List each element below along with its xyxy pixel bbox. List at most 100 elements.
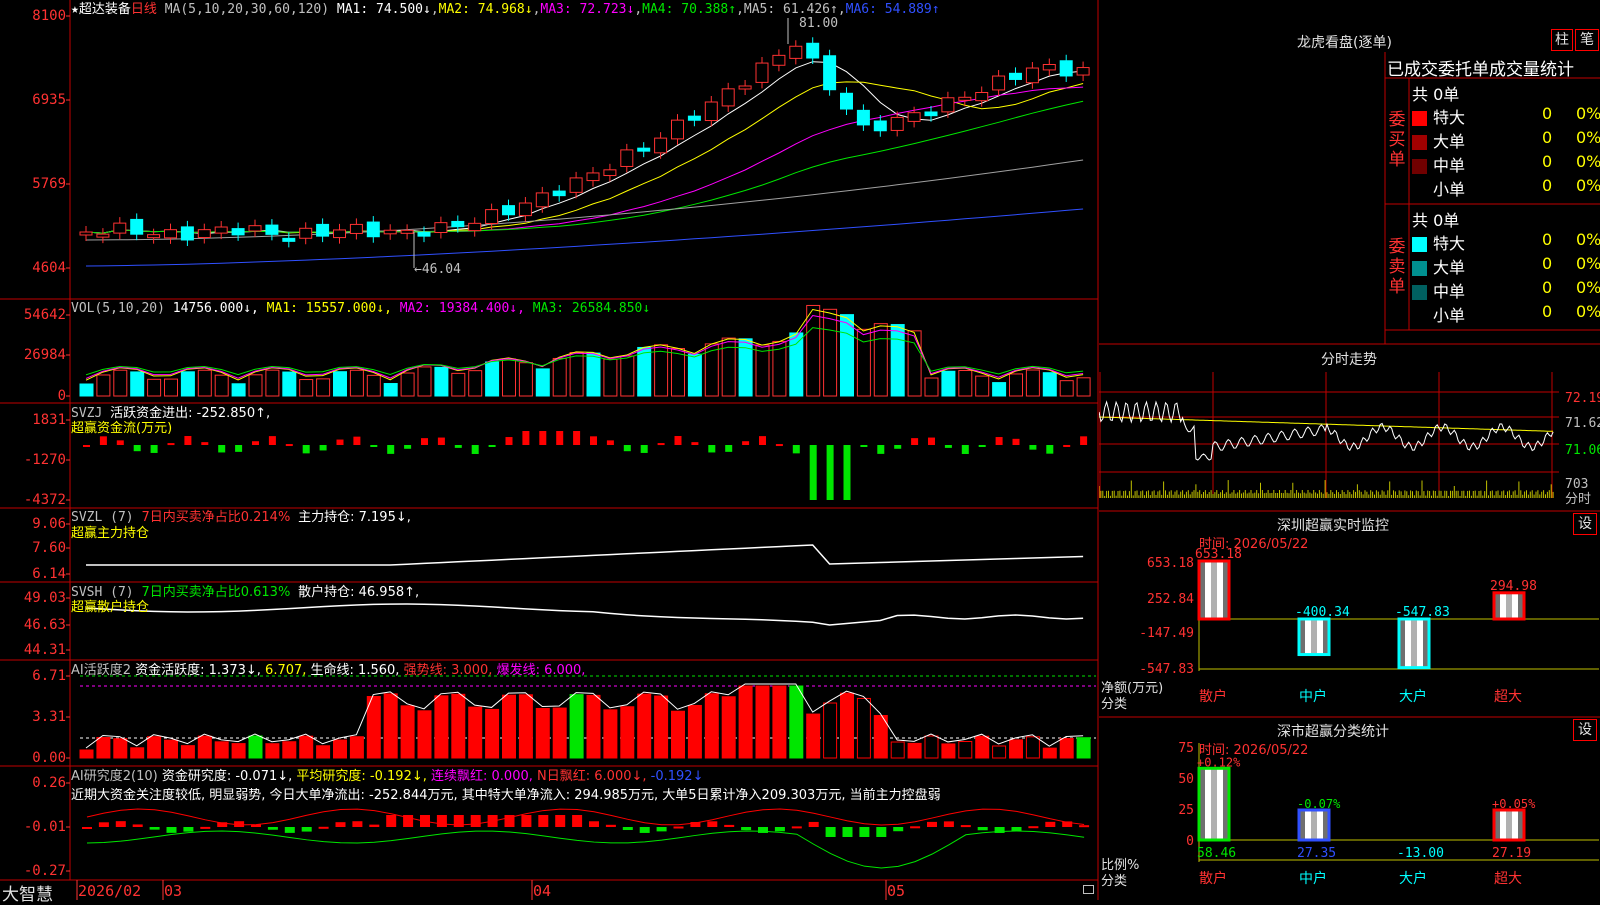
flow-bar (336, 439, 344, 445)
k-line-plot[interactable] (0, 0, 1098, 880)
flow-bar (911, 438, 919, 445)
candle (164, 229, 177, 239)
candle (603, 169, 617, 177)
intraday-price-tick: 72.19 (1565, 391, 1600, 406)
candle (214, 226, 228, 234)
candle (383, 229, 397, 235)
candle (518, 202, 532, 217)
flow-bar (268, 436, 276, 445)
volume-bar (789, 332, 804, 397)
ma4-value: MA4: 70.388↑ (642, 2, 737, 17)
sz-monitor-y-title: 净额(万元) (1101, 681, 1164, 696)
candle (637, 147, 651, 152)
sell-pct: 0% (1576, 254, 1600, 273)
intraday-price-tick: 71.06 (1565, 443, 1600, 458)
activity-bar (721, 696, 736, 759)
buy-name: 特大 (1433, 108, 1466, 127)
volume-bar (485, 361, 500, 397)
research-bar (707, 821, 718, 827)
activity-bar (231, 743, 246, 759)
intraday-vol-tick: 703 (1565, 477, 1589, 492)
flow-bar (995, 437, 1003, 445)
svsh-subtitle: 超赢散户持仓 (71, 600, 150, 615)
change-label: -0.07% (1297, 797, 1341, 811)
buy-pct: 0% (1576, 152, 1600, 171)
sell-color-swatch (1412, 237, 1427, 252)
flow-bar (742, 441, 750, 445)
candle (772, 54, 786, 66)
activity-bar (687, 704, 702, 759)
volume-bar (873, 323, 888, 397)
vol-ma3: MA3: 26584.850↓ (532, 301, 651, 316)
sell-name: 中单 (1433, 282, 1466, 301)
research-bar (301, 827, 312, 832)
flow-bar (370, 445, 378, 447)
bar-value-label: -547.83 (1395, 605, 1450, 620)
volume-bar (96, 374, 111, 397)
flow-bar (522, 431, 530, 445)
volume-bar (975, 375, 990, 397)
flow-bar (623, 445, 631, 452)
category-label: 散户 (1199, 688, 1227, 705)
lock-icon[interactable] (1083, 885, 1094, 894)
volume-bar (147, 378, 162, 397)
activity-bar (96, 737, 111, 759)
ma-params: MA(5,10,20,30,60,120) (164, 2, 330, 17)
bar-value-label: 27.19 (1492, 846, 1531, 861)
buy-color-swatch (1412, 183, 1427, 198)
research-bar (605, 824, 616, 827)
svsh-header: SVSH (7) 7日内买卖净占比0.613% 散户持仓: 46.958↑, (71, 585, 419, 600)
buy-order-rows: 特大 0 0% 大单 0 0% 中单 0 0% 小单 0 0% (1412, 104, 1600, 200)
buy-row: 大单 0 0% (1412, 128, 1600, 152)
period-label[interactable]: 日线 (131, 2, 157, 17)
favorite-star-icon[interactable]: ★ (71, 2, 79, 17)
buy-color-swatch (1412, 111, 1427, 126)
flow-bar (285, 444, 293, 447)
intraday-chart[interactable] (1099, 372, 1600, 511)
activity-bar (907, 742, 922, 759)
research-bar (1079, 825, 1090, 828)
research-bar (386, 815, 397, 827)
chart-y-tick: 75 (1178, 741, 1194, 756)
volume-bar (282, 371, 297, 397)
activity-bar (248, 735, 263, 759)
sell-count: 0 (1542, 230, 1553, 249)
sell-name: 特大 (1433, 234, 1466, 253)
tick-mode-button[interactable]: 笔 (1575, 29, 1599, 51)
flow-bar (674, 436, 682, 445)
stock-name[interactable]: 超达装备 (79, 2, 131, 17)
activity-bar (755, 685, 770, 759)
volume-bar (518, 362, 533, 397)
candle (890, 116, 904, 131)
volume-bar (130, 371, 145, 397)
research-bar (166, 827, 177, 833)
sz-classify-chart[interactable]: 75 50 25 0 +0.12% 58.46 散户 -0.07% 27.35 中户 -13.00 大… (1099, 717, 1600, 900)
sell-color-swatch (1412, 285, 1427, 300)
flow-bar (133, 445, 141, 452)
filled-order-stats-header: 已成交委托单成交量统计 (1387, 60, 1574, 80)
research-bar (149, 827, 160, 830)
activity-bar (282, 741, 297, 759)
flow-bar (505, 437, 513, 445)
research-bar (318, 826, 329, 829)
ma1-value: MA1: 74.500↓ (336, 2, 431, 17)
bar-mode-button[interactable]: 柱 (1551, 29, 1573, 51)
volume-bar (907, 330, 922, 397)
research-bar (1045, 821, 1056, 827)
activity-bar (417, 710, 432, 759)
chart-y-tick: 25 (1178, 803, 1194, 818)
category-label: 中户 (1299, 688, 1327, 705)
vol-header: VOL(5,10,20) 14756.000↓, MA1: 15557.000↓… (71, 301, 650, 316)
flow-bar (708, 445, 716, 453)
sz-classify-x-title: 分类 (1101, 874, 1128, 889)
flow-bar (83, 445, 90, 447)
activity-bar (468, 706, 483, 759)
chart-area[interactable]: 8100 6935 5769 4604 54642 26984 0 1831 -… (0, 0, 1099, 905)
activity-bar (434, 695, 449, 759)
svsh-retail-hold: 散户持仓: 46.958↑, (298, 585, 420, 600)
ai-active-f3: 生命线: 1.560, (310, 663, 400, 678)
buy-row: 中单 0 0% (1412, 152, 1600, 176)
sz-monitor-chart[interactable]: 653.18 252.84 -147.49 -547.83 653.18 散户 -400.3… (1099, 511, 1600, 717)
svzl-main-hold: 主力持仓: 7.195↓, (298, 510, 411, 525)
candle (485, 209, 499, 225)
